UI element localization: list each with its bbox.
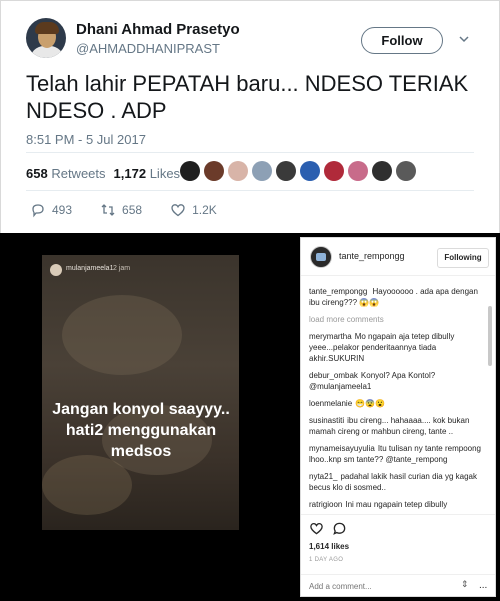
- liker-avatar[interactable]: [396, 161, 416, 181]
- retweet-icon: [101, 204, 115, 216]
- load-more-comments-link[interactable]: load more comments: [309, 314, 487, 325]
- comment-username[interactable]: nyta21_: [309, 472, 337, 481]
- liker-avatar[interactable]: [300, 161, 320, 181]
- divider: [301, 514, 495, 515]
- comment-username[interactable]: susinastiti: [309, 416, 344, 425]
- like-count: 1.2K: [192, 203, 217, 217]
- story-time: 2 jam: [113, 265, 131, 272]
- post-date: 1 DAY AGO: [309, 557, 344, 563]
- list-item: nyta21_ padahal lakik hasil curian dia yg…: [309, 471, 487, 493]
- divider: [301, 574, 495, 575]
- liker-avatars: [180, 161, 416, 181]
- liker-avatar[interactable]: [372, 161, 392, 181]
- story-username: mulanjameela1: [66, 265, 114, 272]
- post-actions: [309, 521, 347, 536]
- comments-list: tante_rempongg Hayoooooo . ada apa denga…: [309, 286, 487, 512]
- story-image: [42, 255, 239, 530]
- comment-text: 😁😨😮: [355, 399, 386, 408]
- following-button[interactable]: Following: [437, 248, 489, 268]
- divider: [26, 152, 474, 153]
- comment-icon[interactable]: [332, 521, 347, 536]
- divider: [26, 190, 474, 191]
- retweets-stat[interactable]: 658 Retweets: [26, 166, 106, 181]
- tweet-text: Telah lahir PEPATAH baru... NDESO TERIAK…: [26, 71, 469, 123]
- user-handle[interactable]: @AHMADDHANIPRAST: [76, 41, 220, 56]
- post-header: tante_rempongg Following: [301, 238, 495, 276]
- comment-text: Ini mau ngapain tetep dibully: [345, 500, 448, 509]
- likes-count[interactable]: 1,614 likes: [309, 542, 349, 551]
- reply-button[interactable]: 493: [30, 202, 72, 218]
- tweet-actions: 493 658 1.2K: [30, 202, 245, 218]
- liker-avatar[interactable]: [348, 161, 368, 181]
- retweet-count: 658: [122, 203, 143, 217]
- post-username[interactable]: tante_rempongg: [339, 251, 405, 261]
- heart-icon: [171, 204, 185, 217]
- liker-avatar[interactable]: [252, 161, 272, 181]
- caption-comment: tante_rempongg Hayoooooo . ada apa denga…: [309, 286, 487, 308]
- liker-avatar[interactable]: [324, 161, 344, 181]
- comment-username[interactable]: merymartha: [309, 332, 352, 341]
- reply-count: 493: [52, 203, 73, 217]
- instagram-post-panel: tante_rempongg Following tante_rempongg …: [300, 237, 496, 597]
- retweet-button[interactable]: 658: [100, 202, 142, 218]
- likes-stat[interactable]: 1,172 Likes: [114, 166, 181, 181]
- list-item: loenmelanie 😁😨😮: [309, 398, 487, 409]
- liker-avatar[interactable]: [228, 161, 248, 181]
- heart-icon[interactable]: [309, 521, 324, 536]
- list-item: debur_ombak Konyol? Apa Kontol? @mulanjam…: [309, 370, 487, 392]
- profile-avatar[interactable]: [26, 18, 66, 58]
- more-options-button[interactable]: ...: [479, 580, 487, 591]
- liker-avatar[interactable]: [180, 161, 200, 181]
- add-comment-input[interactable]: [309, 580, 449, 592]
- display-name[interactable]: Dhani Ahmad Prasetyo: [76, 21, 240, 38]
- chevron-down-icon[interactable]: [458, 33, 470, 45]
- comment-username[interactable]: debur_ombak: [309, 371, 358, 380]
- engagement-stats: 658 Retweets 1,172 Likes: [26, 166, 180, 181]
- follow-button[interactable]: Follow: [361, 27, 443, 54]
- list-item: mynameisayuyulia Itu tulisan ny tante rem…: [309, 443, 487, 465]
- story-avatar: [50, 264, 62, 276]
- list-item: ratrigioon Ini mau ngapain tetep dibully: [309, 499, 487, 510]
- liker-avatar[interactable]: [276, 161, 296, 181]
- sort-arrows-icon[interactable]: ⇕: [461, 579, 469, 590]
- comment-username[interactable]: mynameisayuyulia: [309, 444, 375, 453]
- comment-username[interactable]: loenmelanie: [309, 399, 352, 408]
- list-item: merymartha Mo ngapain aja tetep dibully y…: [309, 331, 487, 364]
- comments-scrollbar[interactable]: [488, 282, 492, 512]
- comment-username[interactable]: ratrigioon: [309, 500, 342, 509]
- comment-username[interactable]: tante_rempongg: [309, 287, 367, 296]
- like-button[interactable]: 1.2K: [170, 202, 217, 218]
- post-avatar[interactable]: [310, 246, 332, 268]
- tweet-timestamp[interactable]: 8:51 PM - 5 Jul 2017: [26, 132, 146, 147]
- story-caption: Jangan konyol saayyy.. hati2 menggunakan…: [52, 401, 230, 460]
- list-item: susinastiti ibu cireng... hahaaaa.... kok…: [309, 415, 487, 437]
- liker-avatar[interactable]: [204, 161, 224, 181]
- reply-icon: [32, 204, 44, 218]
